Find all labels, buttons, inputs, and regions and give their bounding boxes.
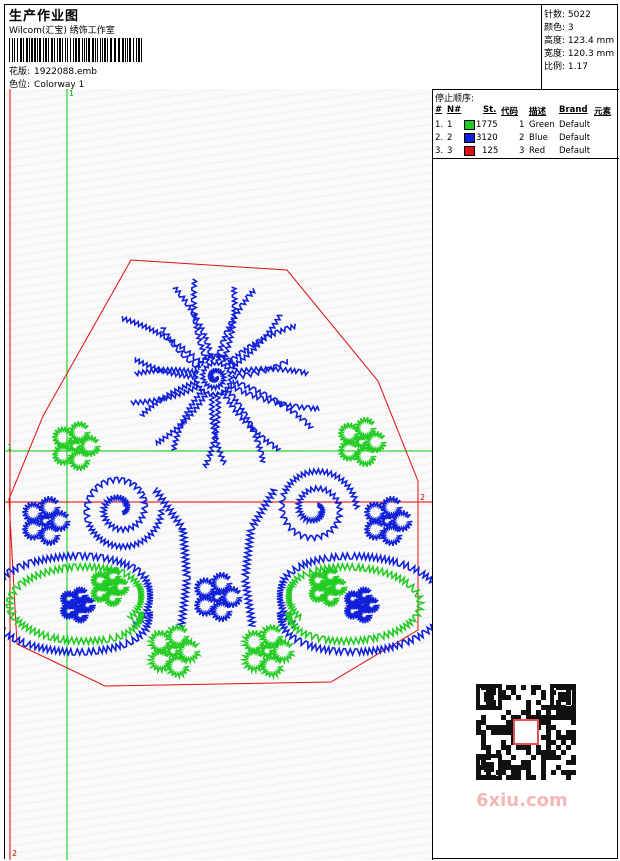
watermark: 6xiu.com xyxy=(476,790,568,811)
guide-label-v2: 2 xyxy=(12,849,18,858)
stat-width: 宽度: 120.3 mm xyxy=(544,49,615,59)
page-title: 生产作业图 xyxy=(9,9,80,24)
col-needle: N# xyxy=(447,105,462,115)
col-index: # xyxy=(435,105,443,115)
col-element: 元素 xyxy=(594,107,612,117)
design-file-row: 花版: 1922088.emb xyxy=(9,64,97,77)
guide-label-v1: 1 xyxy=(69,89,75,98)
stat-height: 高度: 123.4 mm xyxy=(544,36,615,46)
stats-panel: 针数: 5022 颜色: 3 高度: 123.4 mm 宽度: 120.3 mm… xyxy=(541,5,620,89)
col-stitches: St. xyxy=(483,105,497,115)
stop-sequence-title: 停止顺序: xyxy=(435,94,475,104)
design-file: 1922088.emb xyxy=(34,67,98,77)
col-code: 代码 xyxy=(501,107,519,117)
design-label: 花版: xyxy=(9,67,31,77)
stop-sequence-table: 停止顺序: # N# St. 代码 描述 Brand 元素 1. 1 1775 … xyxy=(432,89,619,159)
blue-stitches xyxy=(5,278,432,658)
green-stitches xyxy=(5,417,427,681)
embroidery-drawing xyxy=(5,89,432,860)
qr-code xyxy=(470,680,580,785)
barcode xyxy=(9,38,142,62)
design-outline xyxy=(8,259,419,687)
header: 生产作业图 Wilcom(汇宝) 绣饰工作室 花版: 1922088.emb 色位… xyxy=(5,5,619,90)
color-swatch-green xyxy=(464,120,475,130)
col-desc: 描述 xyxy=(529,107,547,117)
stat-scale: 比例: 1.17 xyxy=(544,62,588,72)
color-swatch-blue xyxy=(464,133,475,143)
guide-label-h2: 2 xyxy=(420,493,426,502)
color-swatch-red xyxy=(464,146,475,156)
stat-colors: 颜色: 3 xyxy=(544,23,574,33)
qr-logo xyxy=(513,719,539,745)
col-brand: Brand xyxy=(559,105,588,115)
design-preview: 1 1 2 2 xyxy=(5,89,433,860)
guide-label-h1: 1 xyxy=(7,443,13,452)
studio-name: Wilcom(汇宝) 绣饰工作室 xyxy=(9,26,115,36)
stat-stitches: 针数: 5022 xyxy=(544,10,591,20)
